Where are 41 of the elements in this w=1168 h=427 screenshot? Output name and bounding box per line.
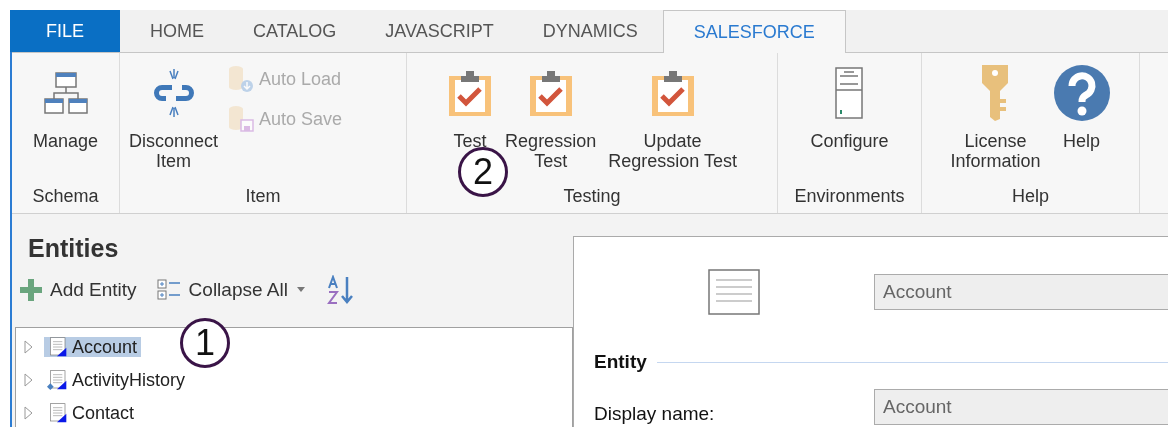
display-name-field[interactable]: Account [874,389,1168,425]
ribbon-tab[interactable]: SALESFORCE [662,10,846,53]
ribbon-button[interactable]: Manage [29,63,102,151]
document-icon [708,269,760,315]
group-label: Schema [31,185,100,208]
ribbon-button[interactable]: Update Regression Test [605,63,740,171]
collapse-all-button[interactable]: Collapse All [154,278,308,302]
group-label: Testing [562,185,622,208]
collapse-list-icon [156,278,181,302]
name-field[interactable]: Account [874,274,1168,310]
ribbon-tab[interactable]: HOME [126,10,228,52]
ribbon-tab[interactable]: JAVASCRIPT [361,10,518,52]
tree-item[interactable]: Account [44,336,142,357]
add-entity-button[interactable]: Add Entity [18,279,139,301]
sort-az-icon [325,275,356,305]
document-history-icon [46,369,68,390]
hierarchy-icon [42,69,89,117]
clipboard-check-icon [649,68,696,118]
ribbon-button[interactable]: Help [1049,63,1114,151]
database-save-icon [227,105,256,133]
clipboard-check-icon [447,68,494,118]
ribbon-tab[interactable]: DYNAMICS [518,10,662,52]
field-label: Display name: [594,403,716,425]
clipboard-check-icon [527,68,574,118]
ribbon-button[interactable]: Disconnect Item [126,63,222,171]
group-label: Environments [793,185,906,208]
section-heading: Entity [594,351,647,373]
group-label: Help [1011,185,1050,208]
tree-item[interactable]: Contact [44,402,139,423]
plus-icon [20,279,42,301]
help-icon [1052,64,1111,122]
ribbon-tab[interactable]: CATALOG [229,10,361,52]
ribbon-button[interactable]: Configure [807,63,892,151]
caret-icon [295,287,306,293]
ribbon-button[interactable]: License Information [947,63,1044,171]
group-label: Item [244,185,282,208]
ribbon-tab[interactable]: FILE [10,10,120,52]
database-download-icon [227,65,256,93]
tree-item[interactable]: ActivityHistory [44,369,189,390]
server-icon [834,66,865,120]
panel-title: Entities [28,234,120,263]
